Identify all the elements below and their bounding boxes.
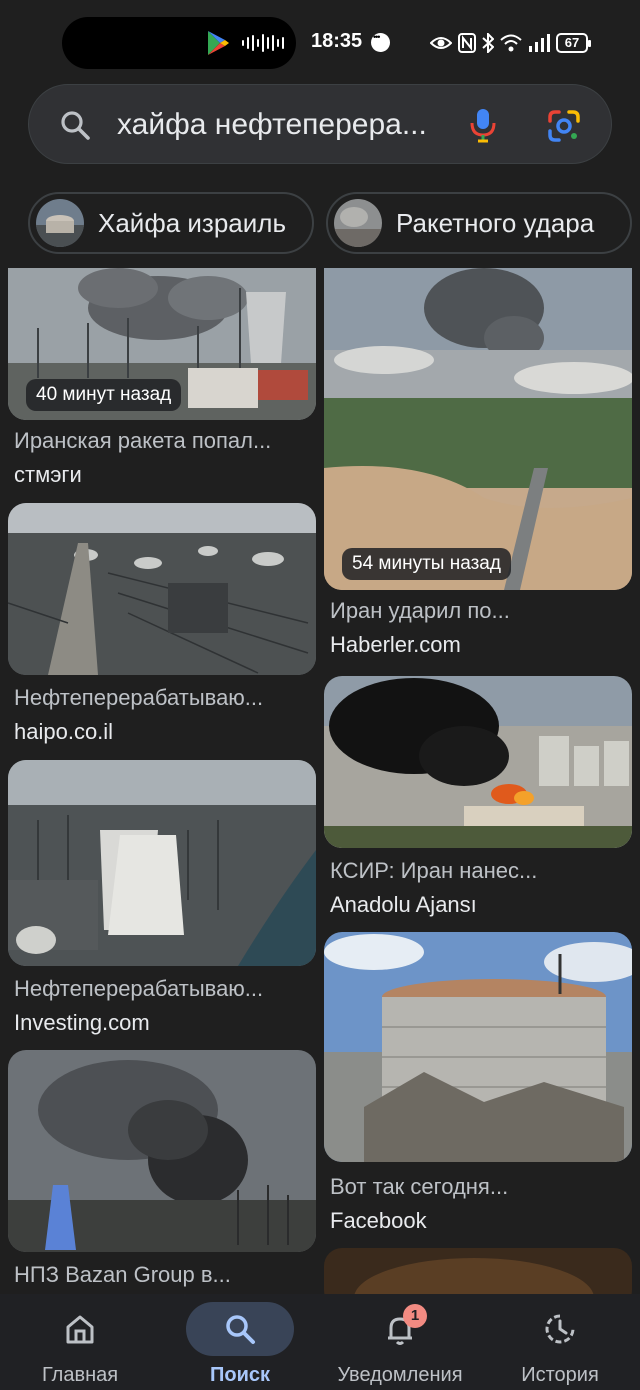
nav-label: Поиск [209, 1364, 271, 1386]
result-title[interactable]: КСИР: Иран нанес... [330, 858, 630, 884]
time-badge: 40 минут назад [26, 379, 182, 411]
result-title[interactable]: Иран ударил по... [330, 598, 630, 624]
result-source: Investing.com [14, 1010, 150, 1035]
image-result-card[interactable] [324, 1248, 632, 1294]
battery-icon: 67 [556, 33, 591, 53]
result-source: стмэги [14, 462, 82, 487]
image-result-card[interactable]: 40 минут назад Иранская ракета попал... … [8, 268, 316, 487]
image-result-card[interactable]: КСИР: Иран нанес... Anadolu Ajansı [324, 676, 632, 921]
image-results-grid: 40 минут назад Иранская ракета попал... … [0, 268, 640, 1294]
google-lens-icon[interactable] [547, 109, 581, 143]
image-result-card[interactable]: 54 минуты назад Иран ударил по... Haberl… [324, 268, 632, 663]
nav-label: Главная [41, 1364, 119, 1386]
result-source: haipo.co.il [14, 719, 114, 744]
nav-home[interactable]: Главная [0, 1294, 160, 1390]
wifi-icon [500, 34, 522, 52]
result-image[interactable] [8, 760, 316, 966]
play-store-icon [208, 31, 229, 55]
nav-search[interactable]: Поиск [160, 1294, 320, 1390]
result-title[interactable]: Нефтеперерабатываю... [14, 685, 314, 711]
bluetooth-icon [482, 33, 494, 53]
image-result-card[interactable]: Вот так сегодня... Facebook [324, 932, 632, 1233]
time-badge: 54 минуты назад [342, 548, 511, 580]
image-result-card[interactable]: Нефтеперерабатываю... haipo.co.il [8, 503, 316, 744]
nav-notifications[interactable]: Уведомления [320, 1294, 480, 1390]
result-image[interactable] [324, 1248, 632, 1294]
search-icon [226, 1315, 255, 1344]
search-icon[interactable] [59, 109, 91, 141]
result-source: Haberler.com [330, 632, 461, 657]
result-source: Facebook [330, 1208, 427, 1233]
image-result-card[interactable]: НПЗ Bazan Group в... [8, 1050, 316, 1294]
result-source: Anadolu Ajansı [330, 892, 477, 917]
status-bar: 18:35 67 [0, 0, 640, 84]
notification-count-badge: 1 [403, 1304, 427, 1328]
result-image[interactable] [324, 268, 632, 590]
nav-label: Уведомления [337, 1364, 463, 1386]
search-bar[interactable]: хайфа нефтеперера... [28, 84, 612, 164]
result-image[interactable] [8, 1050, 316, 1252]
bottom-navigation: Главная Поиск Уведомления История [0, 1294, 640, 1390]
result-image[interactable] [324, 932, 632, 1162]
clock: 18:35 [311, 30, 363, 52]
dynamic-island [62, 17, 296, 69]
chip-label: Хайфа израиль [98, 207, 287, 238]
chat-icon [371, 32, 390, 52]
image-result-card[interactable]: Нефтеперерабатываю... Investing.com [8, 760, 316, 1040]
nav-history[interactable]: История [480, 1294, 640, 1390]
chip-missile-strike[interactable]: Ракетного удара [326, 192, 632, 254]
chip-haifa-israel[interactable]: Хайфа израиль [28, 192, 314, 254]
history-icon [545, 1314, 575, 1344]
nfc-icon [458, 33, 476, 53]
result-title[interactable]: НПЗ Bazan Group в... [14, 1262, 314, 1288]
chip-thumbnail [334, 199, 382, 247]
microphone-icon[interactable] [469, 107, 497, 143]
result-title[interactable]: Иранская ракета попал... [14, 428, 314, 454]
result-image[interactable] [324, 676, 632, 848]
chip-label: Ракетного удара [396, 207, 595, 238]
nav-label: История [521, 1364, 599, 1386]
result-title[interactable]: Вот так сегодня... [330, 1174, 630, 1200]
eye-icon [430, 37, 452, 49]
search-input[interactable]: хайфа нефтеперера... [117, 108, 447, 142]
result-title[interactable]: Нефтеперерабатываю... [14, 976, 314, 1002]
system-icons: 67 [430, 30, 591, 56]
sound-wave-icon [242, 34, 284, 52]
chip-thumbnail [36, 199, 84, 247]
home-icon [66, 1315, 94, 1344]
signal-icon [529, 34, 550, 52]
result-image[interactable] [8, 503, 316, 675]
